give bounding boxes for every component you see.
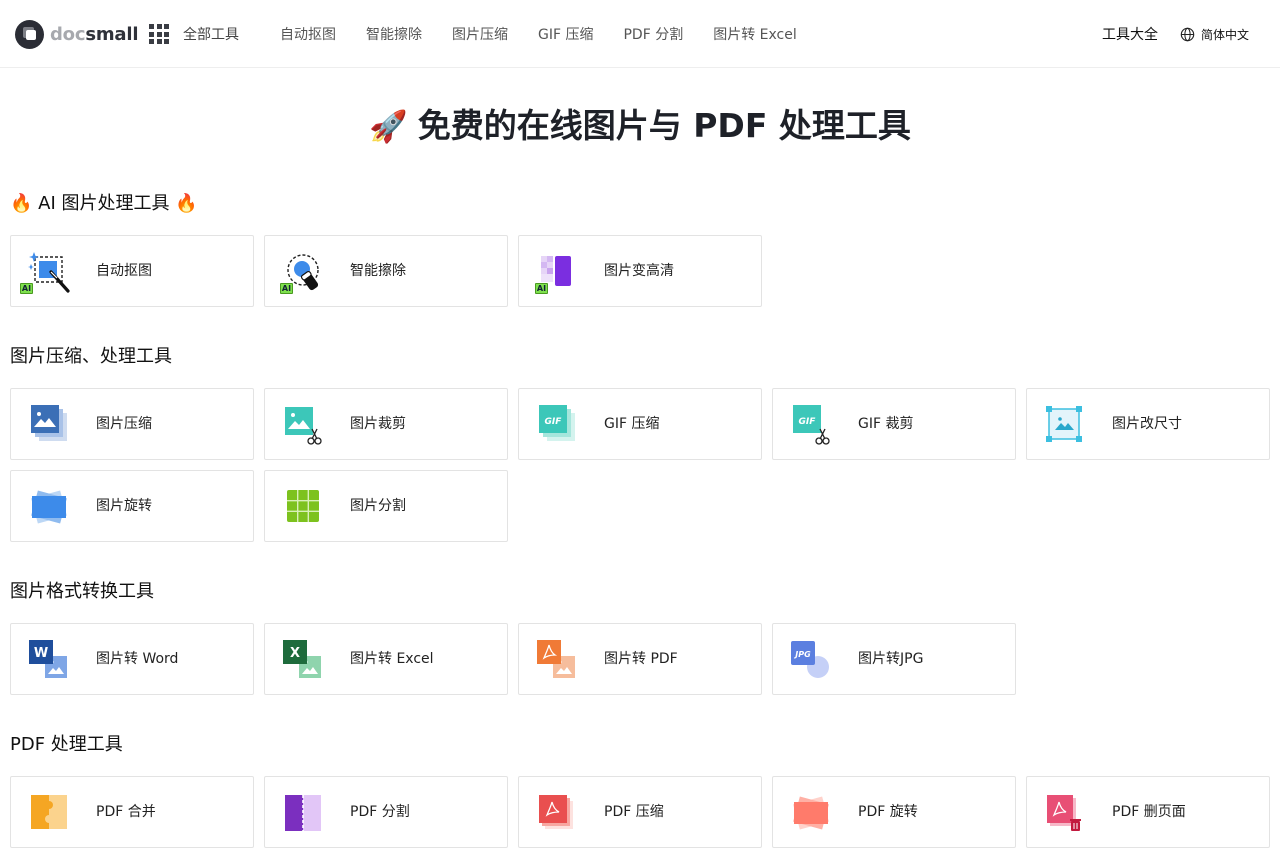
pdf-delete-page-icon bbox=[1043, 791, 1087, 835]
tool-label: 智能擦除 bbox=[350, 263, 406, 279]
fire-emoji: 🔥 bbox=[175, 193, 198, 214]
fire-emoji: 🔥 bbox=[10, 193, 33, 214]
nav-pdf-split[interactable]: PDF 分割 bbox=[623, 24, 683, 44]
nav-image-to-excel[interactable]: 图片转 Excel bbox=[713, 24, 797, 44]
tool-label: 图片转 PDF bbox=[604, 651, 678, 667]
image-split-icon bbox=[281, 485, 325, 529]
tool-label: 图片转 Excel bbox=[350, 651, 434, 667]
section-title-pdf: PDF 处理工具 bbox=[10, 734, 123, 755]
tool-card-image-to-word[interactable]: W 图片转 Word bbox=[10, 623, 254, 695]
tool-card-image-rotate[interactable]: 图片旋转 bbox=[10, 470, 254, 542]
tool-label: 图片裁剪 bbox=[350, 416, 406, 432]
tool-label: 图片旋转 bbox=[96, 498, 152, 514]
tool-card-pdf-compress[interactable]: PDF 压缩 bbox=[518, 776, 762, 848]
logo-text: docsmall bbox=[50, 24, 138, 45]
gif-crop-icon: GIF bbox=[789, 403, 833, 447]
tool-label: GIF 压缩 bbox=[604, 416, 660, 432]
nav-smart-erase[interactable]: 智能擦除 bbox=[366, 24, 422, 44]
tool-card-gif-crop[interactable]: GIF GIF 裁剪 bbox=[772, 388, 1016, 460]
page-title: 🚀 免费的在线图片与 PDF 处理工具 bbox=[0, 103, 1280, 150]
image-rotate-icon bbox=[27, 485, 71, 529]
tool-label: 图片变高清 bbox=[604, 263, 674, 279]
rocket-emoji: 🚀 bbox=[369, 109, 408, 145]
tool-card-smart-erase[interactable]: AI 智能擦除 bbox=[264, 235, 508, 307]
ai-badge: AI bbox=[535, 283, 548, 294]
tool-label: PDF 删页面 bbox=[1112, 804, 1186, 820]
tool-label: PDF 分割 bbox=[350, 804, 410, 820]
image-to-jpg-icon: JPG bbox=[789, 638, 833, 682]
gif-glyph: GIF bbox=[545, 417, 563, 427]
tool-label: 图片转 Word bbox=[96, 651, 179, 667]
logo-text-small: small bbox=[85, 23, 139, 45]
jpg-glyph: JPG bbox=[793, 650, 811, 659]
gif-glyph: GIF bbox=[799, 417, 817, 427]
tool-card-image-resize[interactable]: 图片改尺寸 bbox=[1026, 388, 1270, 460]
image-to-word-icon: W bbox=[27, 638, 71, 682]
tool-label: PDF 压缩 bbox=[604, 804, 664, 820]
logo[interactable]: docsmall bbox=[15, 19, 138, 49]
pdf-split-icon bbox=[281, 791, 325, 835]
ai-upscale-icon: AI bbox=[535, 250, 579, 294]
tool-card-upscale[interactable]: AI 图片变高清 bbox=[518, 235, 762, 307]
all-tools-label: 全部工具 bbox=[183, 27, 239, 43]
ai-erase-icon: AI bbox=[280, 250, 325, 294]
tool-card-image-compress[interactable]: 图片压缩 bbox=[10, 388, 254, 460]
tool-card-image-split[interactable]: 图片分割 bbox=[264, 470, 508, 542]
tool-card-pdf-delete-page[interactable]: PDF 删页面 bbox=[1026, 776, 1270, 848]
excel-glyph: X bbox=[290, 646, 300, 661]
tool-card-image-crop[interactable]: 图片裁剪 bbox=[264, 388, 508, 460]
tool-label: GIF 裁剪 bbox=[858, 416, 914, 432]
pdf-compress-icon bbox=[535, 791, 579, 835]
tool-label: 图片压缩 bbox=[96, 416, 152, 432]
all-tools-menu[interactable]: 全部工具 bbox=[149, 22, 239, 46]
tool-label: PDF 合并 bbox=[96, 804, 156, 820]
tool-card-image-to-jpg[interactable]: JPG 图片转JPG bbox=[772, 623, 1016, 695]
tool-label: 图片分割 bbox=[350, 498, 406, 514]
page-title-text: 免费的在线图片与 PDF 处理工具 bbox=[417, 106, 911, 145]
gif-compress-icon: GIF bbox=[535, 403, 579, 447]
nav-gif-compress[interactable]: GIF 压缩 bbox=[538, 24, 593, 44]
globe-icon bbox=[1180, 27, 1195, 41]
tool-card-pdf-split[interactable]: PDF 分割 bbox=[264, 776, 508, 848]
top-navbar: docsmall 全部工具 自动抠图 智能擦除 图片压缩 GIF 压缩 PDF … bbox=[0, 0, 1280, 68]
tool-card-pdf-rotate[interactable]: PDF 旋转 bbox=[772, 776, 1016, 848]
tool-label: 图片改尺寸 bbox=[1112, 416, 1182, 432]
tool-label: PDF 旋转 bbox=[858, 804, 918, 820]
logo-mark-icon bbox=[15, 19, 44, 49]
language-label: 简体中文 bbox=[1201, 27, 1250, 42]
section-title-ai-text: AI 图片处理工具 bbox=[38, 193, 170, 214]
tools-directory-link[interactable]: 工具大全 bbox=[1102, 22, 1158, 46]
image-to-excel-icon: X bbox=[281, 638, 325, 682]
top-nav: 自动抠图 智能擦除 图片压缩 GIF 压缩 PDF 分割 图片转 Excel bbox=[280, 22, 827, 46]
nav-image-compress[interactable]: 图片压缩 bbox=[452, 24, 508, 44]
pdf-merge-icon bbox=[27, 791, 71, 835]
tool-card-image-to-pdf[interactable]: 图片转 PDF bbox=[518, 623, 762, 695]
ai-badge: AI bbox=[20, 283, 33, 294]
tool-card-image-to-excel[interactable]: X 图片转 Excel bbox=[264, 623, 508, 695]
image-compress-icon bbox=[27, 403, 71, 447]
section-title-ai: 🔥 AI 图片处理工具 🔥 bbox=[10, 190, 198, 218]
pdf-rotate-icon bbox=[789, 791, 833, 835]
tool-card-pdf-merge[interactable]: PDF 合并 bbox=[10, 776, 254, 848]
ai-cutout-icon: AI bbox=[20, 250, 71, 294]
word-glyph: W bbox=[34, 646, 48, 661]
image-crop-icon bbox=[281, 403, 325, 447]
apps-grid-icon bbox=[149, 24, 169, 44]
ai-badge: AI bbox=[280, 283, 293, 294]
nav-auto-cutout[interactable]: 自动抠图 bbox=[280, 24, 336, 44]
tool-label: 自动抠图 bbox=[96, 263, 152, 279]
image-resize-icon bbox=[1043, 403, 1087, 447]
section-title-image-process: 图片压缩、处理工具 bbox=[10, 346, 172, 367]
logo-text-doc: doc bbox=[50, 23, 86, 45]
tool-label: 图片转JPG bbox=[858, 651, 924, 667]
section-title-format-convert: 图片格式转换工具 bbox=[10, 581, 154, 602]
tool-card-auto-cutout[interactable]: AI 自动抠图 bbox=[10, 235, 254, 307]
tool-card-gif-compress[interactable]: GIF GIF 压缩 bbox=[518, 388, 762, 460]
language-selector[interactable]: 简体中文 bbox=[1180, 23, 1249, 45]
image-to-pdf-icon bbox=[535, 638, 579, 682]
